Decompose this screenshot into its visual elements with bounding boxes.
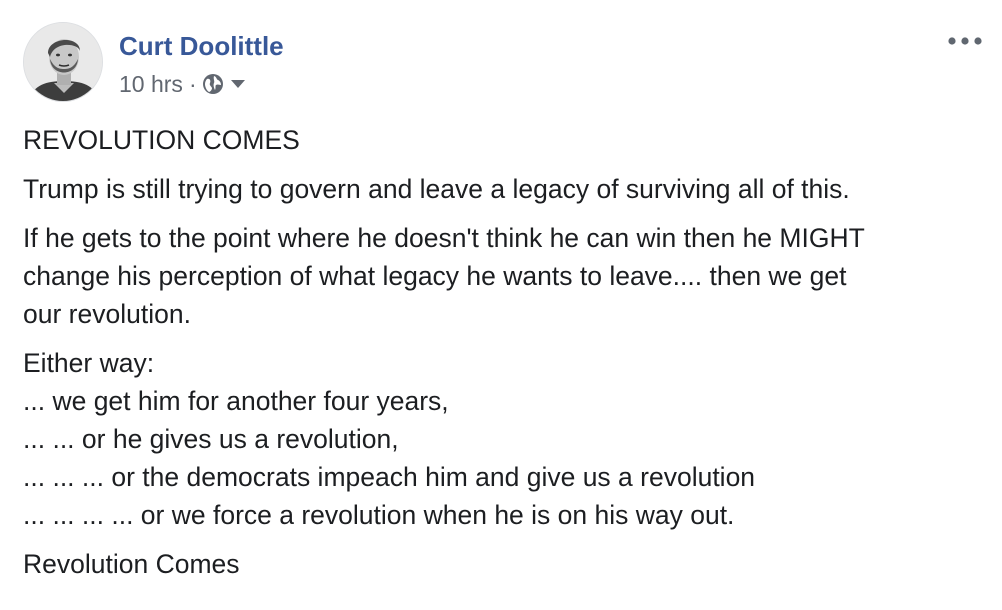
- post-list: Either way: ... we get him for another f…: [23, 344, 983, 534]
- list-intro: Either way:: [23, 348, 155, 378]
- avatar-photo: [24, 23, 102, 101]
- avatar[interactable]: [23, 22, 103, 102]
- post-closing: Revolution Comes: [23, 549, 240, 579]
- caret-down-icon[interactable]: [230, 79, 246, 89]
- list-item: ... ... or he gives us a revolution,: [23, 424, 399, 454]
- timestamp-link[interactable]: 10 hrs: [119, 71, 183, 98]
- more-options-button[interactable]: [940, 28, 990, 54]
- post-body: REVOLUTION COMES Trump is still trying t…: [23, 121, 983, 594]
- list-item: ... we get him for another four years,: [23, 386, 449, 416]
- globe-icon[interactable]: [202, 73, 224, 95]
- post-paragraph: Trump is still trying to govern and leav…: [23, 174, 850, 204]
- text-line: change his perception of what legacy he …: [23, 261, 847, 291]
- post-title: REVOLUTION COMES: [23, 125, 300, 155]
- ellipsis-icon: [948, 37, 982, 45]
- list-item: ... ... ... ... or we force a revolution…: [23, 500, 735, 530]
- text-line: our revolution.: [23, 299, 191, 329]
- list-item: ... ... ... or the democrats impeach him…: [23, 462, 756, 492]
- facebook-post: Curt Doolittle 10 hrs · REVOLUTION COMES…: [0, 0, 1002, 610]
- post-meta: 10 hrs ·: [119, 70, 246, 98]
- text-line: If he gets to the point where he doesn't…: [23, 223, 865, 253]
- meta-separator: ·: [188, 70, 197, 97]
- post-paragraph: If he gets to the point where he doesn't…: [23, 219, 983, 333]
- author-name-link[interactable]: Curt Doolittle: [119, 31, 284, 61]
